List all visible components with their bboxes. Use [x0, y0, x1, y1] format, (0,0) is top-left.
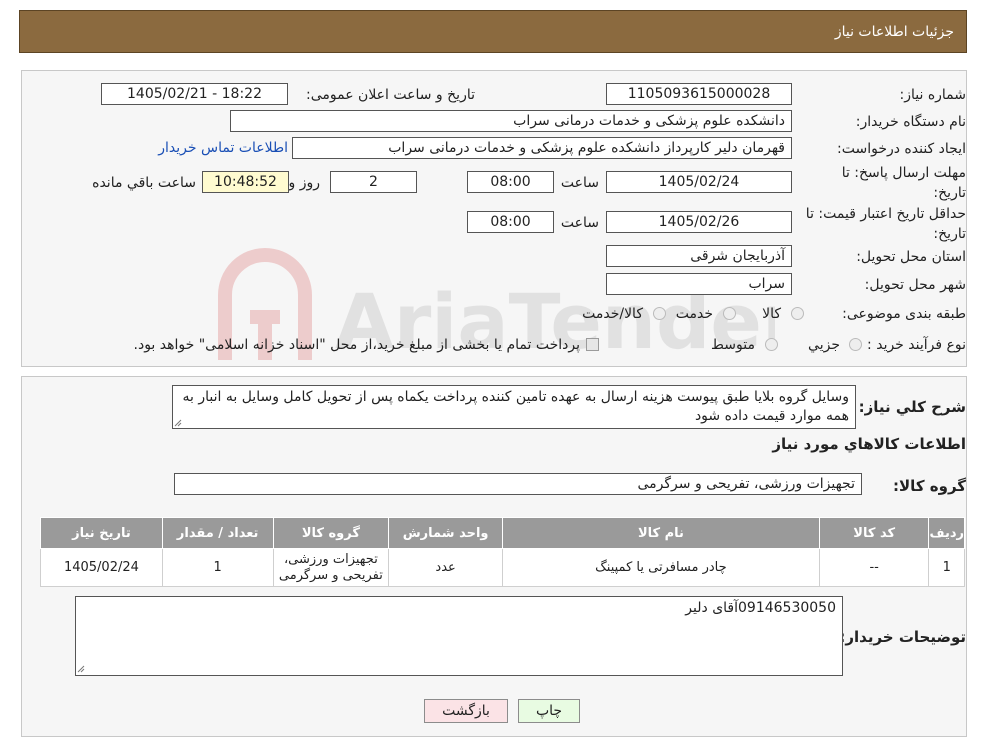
price-validity-time-field: 08:00	[467, 211, 554, 233]
announce-label: تاریخ و ساعت اعلان عمومی:	[306, 87, 475, 103]
category-option-goods-service: کالا/خدمت	[582, 306, 643, 322]
print-button[interactable]: چاپ	[518, 699, 580, 723]
remaining-time-field: 10:48:52	[202, 171, 289, 193]
remaining-time-label: ساعت باقي مانده	[92, 175, 196, 191]
category-radio-goods-service[interactable]	[653, 307, 666, 320]
back-button[interactable]: بازگشت	[424, 699, 508, 723]
buyer-org-label: نام دستگاه خریدار:	[855, 114, 966, 130]
creator-label: ایجاد کننده درخواست:	[837, 141, 966, 157]
city-field: سراب	[606, 273, 792, 295]
table-row: 1 -- چادر مسافرتی یا کمپینگ عدد تجهیزات …	[40, 548, 965, 587]
resize-handle-icon[interactable]	[77, 665, 85, 673]
price-validity-label: حداقل تاريخ اعتبار قيمت: تا	[805, 206, 966, 222]
description-label: شرح کلي نياز:	[858, 398, 966, 416]
cell-date: 1405/02/24	[40, 548, 163, 587]
announce-datetime-field: 1405/02/21 - 18:22	[101, 83, 288, 105]
process-label: نوع فرآیند خرید :	[867, 337, 966, 353]
cell-group-line2: تفریحی و سرگرمی	[278, 567, 383, 583]
goods-group-field: تجهیزات ورزشی، تفریحی و سرگرمی	[174, 473, 862, 495]
category-option-goods: کالا	[762, 306, 781, 322]
buyer-notes-textarea[interactable]: 09146530050آقای دلیر	[75, 596, 843, 676]
col-row: رديف	[928, 517, 965, 549]
cell-group-line1: تجهیزات ورزشی،	[283, 551, 378, 567]
category-radio-goods[interactable]	[791, 307, 804, 320]
buyer-contact-link[interactable]: اطلاعات تماس خریدار	[158, 140, 288, 156]
col-group: گروه کالا	[272, 517, 390, 549]
col-code: کد کالا	[818, 517, 930, 549]
cell-qty: 1	[161, 548, 274, 587]
treasury-bonds-checkbox[interactable]	[586, 338, 599, 351]
creator-field: قهرمان دلیر کارپرداز دانشکده علوم پزشکی …	[292, 137, 792, 159]
deadline-label-line2: تاریخ:	[933, 185, 966, 201]
process-option-medium: متوسط	[711, 337, 755, 353]
page-header: جزئیات اطلاعات نیاز	[19, 10, 967, 53]
cell-unit: عدد	[388, 548, 503, 587]
cell-group: تجهیزات ورزشی، تفریحی و سرگرمی	[272, 548, 390, 587]
province-field: آذربایجان شرقی	[606, 245, 792, 267]
buyer-notes-label: توضيحات خريدار:	[839, 628, 966, 646]
deadline-label: مهلت ارسال پاسخ: تا	[841, 165, 966, 181]
resize-handle-icon[interactable]	[174, 419, 182, 427]
col-name: نام کالا	[501, 517, 820, 549]
price-validity-time-label: ساعت	[560, 215, 599, 231]
description-textarea[interactable]: وسایل گروه بلایا طبق پیوست هزینه ارسال ب…	[172, 385, 856, 429]
col-qty: تعداد / مقدار	[161, 517, 274, 549]
process-radio-minor[interactable]	[849, 338, 862, 351]
cell-name: چادر مسافرتی یا کمپینگ	[501, 548, 820, 587]
process-option-minor: جزیي	[808, 337, 840, 353]
col-unit: واحد شمارش	[388, 517, 503, 549]
need-number-label: شماره نیاز:	[899, 87, 967, 103]
price-validity-date-field: 1405/02/26	[606, 211, 792, 233]
need-number-field: 1105093615000028	[606, 83, 792, 105]
cell-code: --	[818, 548, 930, 587]
deadline-date-field: 1405/02/24	[606, 171, 792, 193]
process-note: پرداخت تمام یا بخشی از مبلغ خرید،از محل …	[133, 337, 580, 353]
goods-table: رديف کد کالا نام کالا واحد شمارش گروه کا…	[40, 517, 965, 587]
col-date: تاریخ نیاز	[40, 517, 163, 549]
goods-section-title: اطلاعات کالاهاي مورد نياز	[772, 435, 966, 453]
province-label: استان محل تحویل:	[856, 249, 966, 265]
price-validity-label-line2: تاریخ:	[933, 226, 966, 242]
deadline-time-field: 08:00	[467, 171, 554, 193]
buyer-notes-text: 09146530050آقای دلیر	[685, 600, 836, 616]
process-radio-medium[interactable]	[765, 338, 778, 351]
page-title: جزئیات اطلاعات نیاز	[834, 24, 954, 40]
buyer-org-field: دانشکده علوم پزشکی و خدمات درمانی سراب	[230, 110, 792, 132]
deadline-time-label: ساعت	[560, 175, 599, 191]
days-remaining-field: 2	[330, 171, 417, 193]
category-radio-service[interactable]	[723, 307, 736, 320]
goods-group-label: گروه کالا:	[893, 477, 966, 495]
days-label: روز و	[288, 175, 321, 191]
category-label: طبقه بندی موضوعی:	[842, 306, 966, 322]
city-label: شهر محل تحویل:	[864, 277, 966, 293]
cell-row: 1	[928, 548, 965, 587]
table-header-row: رديف کد کالا نام کالا واحد شمارش گروه کا…	[40, 517, 965, 549]
category-option-service: خدمت	[675, 306, 713, 322]
description-text: وسایل گروه بلایا طبق پیوست هزینه ارسال ب…	[182, 389, 849, 424]
